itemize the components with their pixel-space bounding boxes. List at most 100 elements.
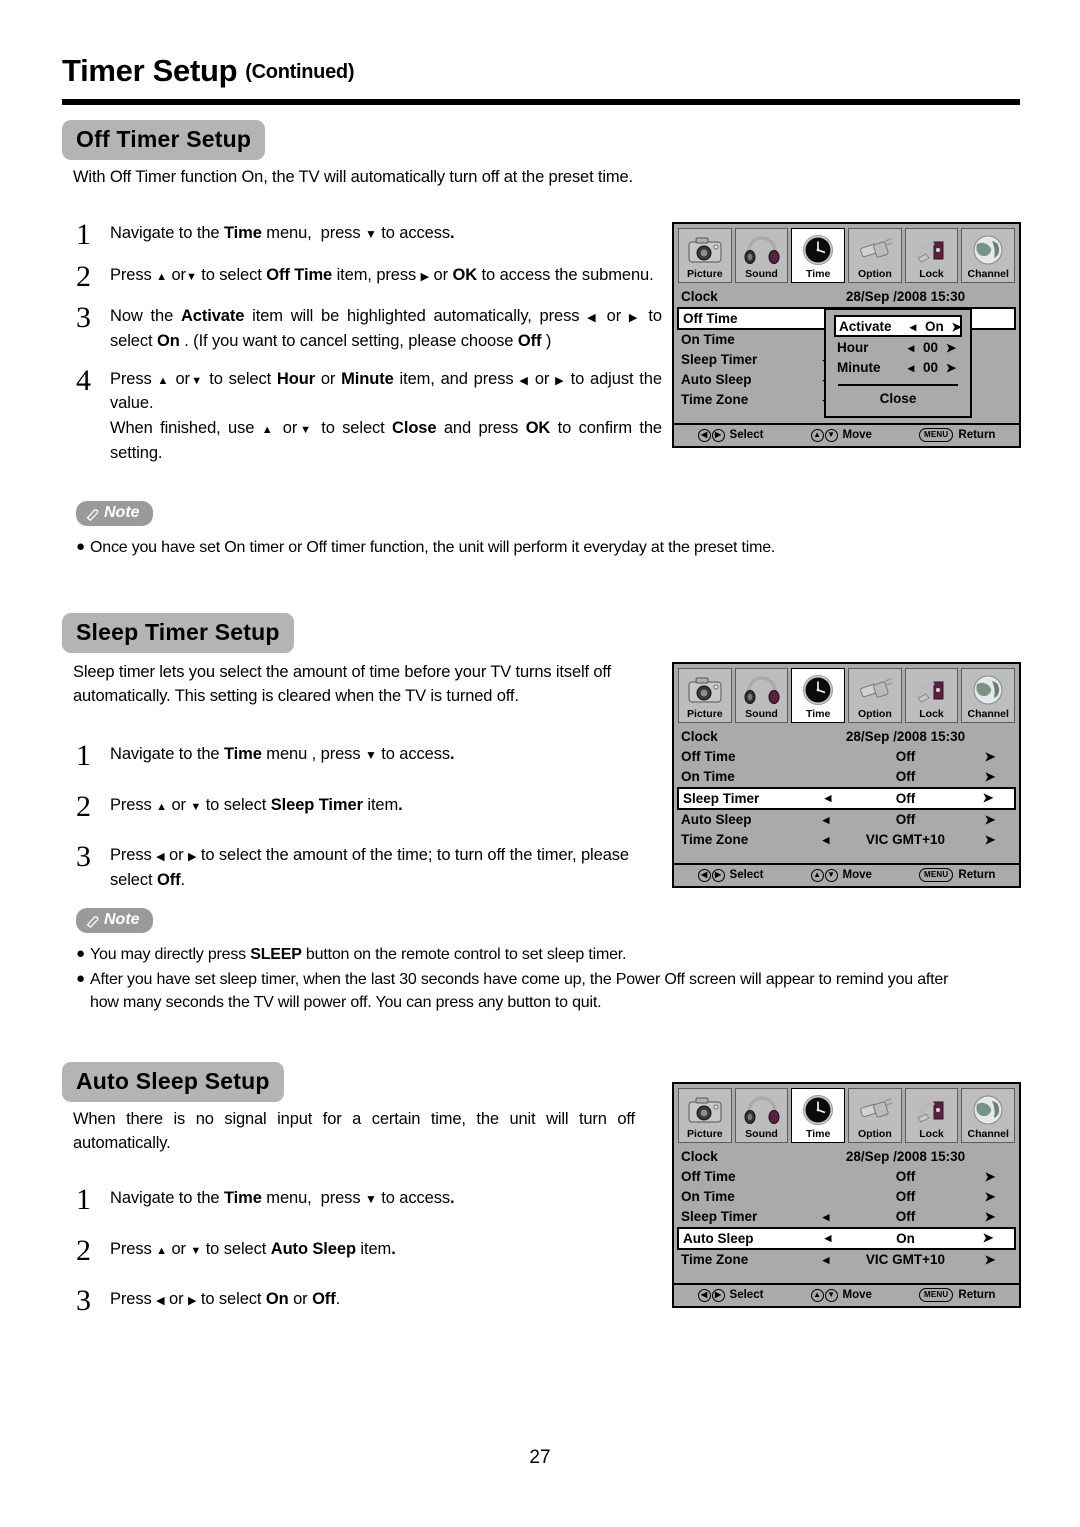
right-arrow-icon[interactable]: ➤ xyxy=(968,1169,1012,1185)
osd-tab-channel[interactable]: Channel xyxy=(961,1088,1016,1143)
osd-spacer xyxy=(677,1270,1016,1279)
right-arrow-icon[interactable]: ➤ xyxy=(966,1230,1010,1246)
osd-row-label: Clock xyxy=(681,289,718,305)
note-item: ● After you have set sleep timer, when t… xyxy=(76,968,976,1014)
osd-tab-label: Sound xyxy=(745,1128,778,1140)
sleep-timer-badge-wrap: Sleep Timer Setup xyxy=(62,613,294,653)
osd-tab-option[interactable]: Option xyxy=(848,668,902,723)
left-arrow-icon[interactable]: ◂ xyxy=(899,360,923,375)
left-right-keys-icon: ◀ ▶ xyxy=(697,428,725,442)
note-badge: Note xyxy=(76,501,153,526)
step-text: Press ◀ or ▶ to select the amount of the… xyxy=(110,846,629,889)
note-text: Once you have set On timer or Off timer … xyxy=(90,539,776,556)
step-number: 3 xyxy=(76,840,91,873)
osd-row-off-time[interactable]: Off Time Off ➤ xyxy=(677,747,1016,767)
osd-row-label: Time Zone xyxy=(681,392,749,408)
osd-tab-sound[interactable]: Sound xyxy=(734,228,789,283)
osd-row-clock[interactable]: Clock 28/Sep /2008 15:30 xyxy=(677,727,1016,747)
connector-icon xyxy=(849,1091,901,1128)
right-arrow-icon[interactable]: ➤ xyxy=(938,340,964,355)
osd-row-clock[interactable]: Clock 28/Sep /2008 15:30 xyxy=(677,287,1016,307)
osd-screenshot-auto-sleep: Picture Sound Time Option Lock Channel C… xyxy=(672,1082,1021,1308)
up-down-keys-icon: ▲ ▼ xyxy=(810,428,838,442)
osd-row-auto-sleep[interactable]: Auto Sleep ◂ Off ➤ xyxy=(677,810,1016,830)
osd-tab-channel[interactable]: Channel xyxy=(961,228,1016,283)
popup-row-minute[interactable]: Minute ◂ 00 ➤ xyxy=(834,357,962,377)
left-arrow-icon[interactable]: ◂ xyxy=(809,812,843,828)
osd-row-on-time[interactable]: On Time Off ➤ xyxy=(677,767,1016,787)
osd-tab-option[interactable]: Option xyxy=(848,228,902,283)
osd-row-sleep-timer[interactable]: Sleep Timer ◂ Off ➤ xyxy=(677,1207,1016,1227)
right-arrow-icon[interactable]: ➤ xyxy=(968,1189,1012,1205)
pencil-icon xyxy=(86,508,99,521)
osd-row-label: Auto Sleep xyxy=(681,812,752,828)
osd-tab-channel[interactable]: Channel xyxy=(961,668,1016,723)
left-arrow-icon[interactable]: ◂ xyxy=(899,340,923,355)
step-item: 3 Now the Activate item will be highligh… xyxy=(62,303,662,354)
right-arrow-icon[interactable]: ➤ xyxy=(968,769,1012,785)
osd-tab-time[interactable]: Time xyxy=(791,668,846,723)
osd-row-sleep-timer[interactable]: Sleep Timer ◂ Off ➤ xyxy=(677,786,1016,810)
page-title-continued: (Continued) xyxy=(245,61,355,83)
osd-tab-sound[interactable]: Sound xyxy=(734,668,789,723)
globe-icon xyxy=(962,1091,1014,1128)
popup-close-button[interactable]: Close xyxy=(834,391,962,408)
osd-tab-sound[interactable]: Sound xyxy=(734,1088,789,1143)
left-arrow-icon[interactable]: ◂ xyxy=(809,832,843,848)
step-number: 2 xyxy=(76,259,91,293)
osd-tab-picture[interactable]: Picture xyxy=(678,668,732,723)
osd-tab-lock[interactable]: Lock xyxy=(904,228,959,283)
osd-tab-picture[interactable]: Picture xyxy=(678,228,732,283)
osd-row-on-time[interactable]: On Time Off ➤ xyxy=(677,1187,1016,1207)
osd-tab-lock[interactable]: Lock xyxy=(904,1088,959,1143)
note-text: After you have set sleep timer, when the… xyxy=(90,971,949,1012)
connector-icon xyxy=(849,231,901,268)
osd-row-time-zone[interactable]: Time Zone ◂ VIC GMT+10 ➤ xyxy=(677,1250,1016,1270)
popup-row-activate[interactable]: Activate ◂ On ➤ xyxy=(834,315,962,337)
osd-tab-lock[interactable]: Lock xyxy=(904,668,959,723)
menu-key-icon: MENU xyxy=(919,1288,954,1303)
step-item: 4 Press ▲ or▼ to select Hour or Minute i… xyxy=(62,365,662,466)
left-arrow-icon[interactable]: ◂ xyxy=(901,319,925,334)
right-arrow-icon[interactable]: ➤ xyxy=(968,832,1012,848)
left-arrow-icon[interactable]: ◂ xyxy=(811,790,845,806)
note-badge-label: Note xyxy=(104,504,140,521)
camera-icon xyxy=(679,1091,731,1128)
osd-tab-label: Option xyxy=(857,268,892,280)
osd-tab-picture[interactable]: Picture xyxy=(678,1088,732,1143)
right-arrow-icon[interactable]: ➤ xyxy=(968,1252,1012,1268)
step-number: 3 xyxy=(76,1284,91,1317)
osd-tab-label: Channel xyxy=(967,708,1009,720)
osd-row-off-time[interactable]: Off Time Off ➤ xyxy=(677,1167,1016,1187)
osd-popup-off-time: Activate ◂ On ➤ Hour ◂ 00 ➤ Minute ◂ 00 … xyxy=(824,308,972,418)
osd-tab-time[interactable]: Time xyxy=(791,1088,846,1143)
osd-row-clock[interactable]: Clock 28/Sep /2008 15:30 xyxy=(677,1147,1016,1167)
note-item: ● Once you have set On timer or Off time… xyxy=(76,536,956,559)
auto-sleep-badge-wrap: Auto Sleep Setup xyxy=(62,1062,284,1102)
right-arrow-icon[interactable]: ➤ xyxy=(968,1209,1012,1225)
osd-footer-label: Move xyxy=(842,429,872,442)
right-arrow-icon[interactable]: ➤ xyxy=(968,812,1012,828)
camera-icon xyxy=(679,231,731,268)
left-arrow-icon[interactable]: ◂ xyxy=(811,1230,845,1246)
osd-row-value: VIC GMT+10 xyxy=(865,1252,946,1268)
right-arrow-icon[interactable]: ➤ xyxy=(966,790,1010,806)
osd-tab-option[interactable]: Option xyxy=(848,1088,902,1143)
right-arrow-icon[interactable]: ➤ xyxy=(968,749,1012,765)
right-arrow-icon[interactable]: ➤ xyxy=(938,360,964,375)
osd-row-time-zone[interactable]: Time Zone ◂ VIC GMT+10 ➤ xyxy=(677,830,1016,850)
left-arrow-icon[interactable]: ◂ xyxy=(809,1209,843,1225)
step-item: 2 Press ▲ or▼ to select Off Time item, p… xyxy=(62,259,662,293)
popup-row-hour[interactable]: Hour ◂ 00 ➤ xyxy=(834,337,962,357)
right-arrow-icon[interactable]: ➤ xyxy=(944,319,970,334)
page-header: Timer Setup (Continued) xyxy=(62,55,1020,86)
osd-tab-time[interactable]: Time xyxy=(791,228,846,283)
osd-footer-return: MENU Return xyxy=(919,868,995,883)
step-text: Press ▲ or▼ to select Off Time item, pre… xyxy=(110,265,654,284)
left-arrow-icon[interactable]: ◂ xyxy=(809,1252,843,1268)
osd-tab-label: Option xyxy=(857,708,892,720)
osd-row-auto-sleep[interactable]: Auto Sleep ◂ On ➤ xyxy=(677,1226,1016,1250)
connector-icon xyxy=(849,671,901,708)
padlock-icon xyxy=(906,1091,958,1128)
sleep-timer-steps: 1 Navigate to the Time menu , press ▼ to… xyxy=(62,741,662,906)
